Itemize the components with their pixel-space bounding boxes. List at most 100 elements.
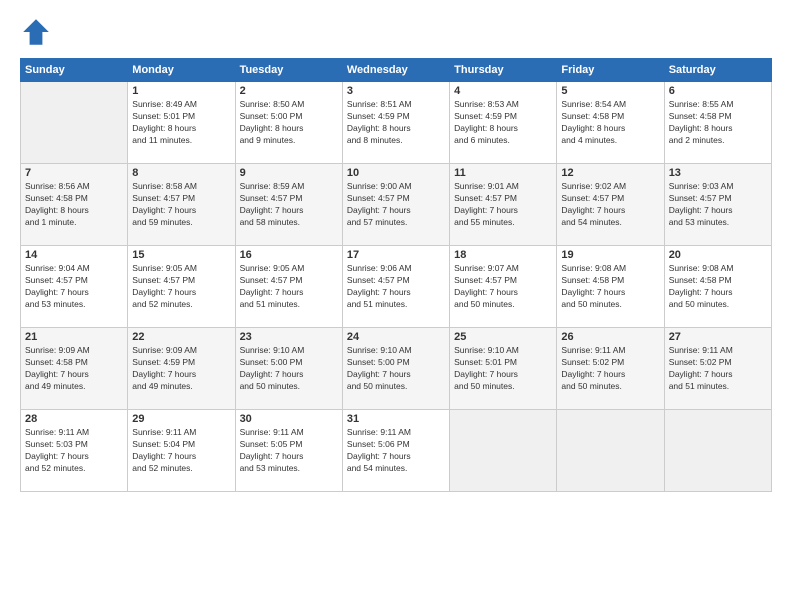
calendar-cell: 27 Sunrise: 9:11 AM Sunset: 5:02 PM Dayli…: [664, 328, 771, 410]
day-number: 6: [669, 85, 767, 97]
calendar-cell: 22 Sunrise: 9:09 AM Sunset: 4:59 PM Dayli…: [128, 328, 235, 410]
weekday-header-monday: Monday: [128, 59, 235, 82]
day-number: 3: [347, 85, 445, 97]
calendar-cell: 23Sunrise: 9:10 AM Sunset: 5:00 PM Dayli…: [235, 328, 342, 410]
calendar-cell: 9 Sunrise: 8:59 AM Sunset: 4:57 PM Daylig…: [235, 164, 342, 246]
day-number: 31: [347, 413, 445, 425]
calendar-cell: 7 Sunrise: 8:56 AM Sunset: 4:58 PM Daylig…: [21, 164, 128, 246]
calendar-cell: [664, 410, 771, 492]
day-number: 16: [240, 249, 338, 261]
day-number: 7: [25, 167, 123, 179]
calendar-cell: 12Sunrise: 9:02 AM Sunset: 4:57 PM Dayli…: [557, 164, 664, 246]
page: SundayMondayTuesdayWednesdayThursdayFrid…: [0, 0, 792, 612]
day-number: 28: [25, 413, 123, 425]
day-info: Sunrise: 9:05 AM Sunset: 4:57 PM Dayligh…: [240, 263, 338, 311]
calendar-cell: 10 Sunrise: 9:00 AM Sunset: 4:57 PM Dayli…: [342, 164, 449, 246]
day-number: 18: [454, 249, 552, 261]
calendar-cell: 20Sunrise: 9:08 AM Sunset: 4:58 PM Dayli…: [664, 246, 771, 328]
day-number: 15: [132, 249, 230, 261]
day-number: 2: [240, 85, 338, 97]
day-info: Sunrise: 9:08 AM Sunset: 4:58 PM Dayligh…: [669, 263, 767, 311]
day-info: Sunrise: 9:09 AM Sunset: 4:58 PM Dayligh…: [25, 345, 123, 393]
calendar-table: SundayMondayTuesdayWednesdayThursdayFrid…: [20, 58, 772, 492]
calendar-cell: 26 Sunrise: 9:11 AM Sunset: 5:02 PM Dayli…: [557, 328, 664, 410]
calendar-week-row: 7 Sunrise: 8:56 AM Sunset: 4:58 PM Daylig…: [21, 164, 772, 246]
calendar-cell: 2 Sunrise: 8:50 AM Sunset: 5:00 PM Daylig…: [235, 82, 342, 164]
day-info: Sunrise: 9:11 AM Sunset: 5:02 PM Dayligh…: [669, 345, 767, 393]
calendar-week-row: 28 Sunrise: 9:11 AM Sunset: 5:03 PM Dayli…: [21, 410, 772, 492]
day-info: Sunrise: 9:11 AM Sunset: 5:02 PM Dayligh…: [561, 345, 659, 393]
day-info: Sunrise: 8:54 AM Sunset: 4:58 PM Dayligh…: [561, 99, 659, 147]
day-info: Sunrise: 9:09 AM Sunset: 4:59 PM Dayligh…: [132, 345, 230, 393]
weekday-header-wednesday: Wednesday: [342, 59, 449, 82]
calendar-cell: 16 Sunrise: 9:05 AM Sunset: 4:57 PM Dayli…: [235, 246, 342, 328]
day-number: 19: [561, 249, 659, 261]
day-number: 8: [132, 167, 230, 179]
day-info: Sunrise: 8:55 AM Sunset: 4:58 PM Dayligh…: [669, 99, 767, 147]
calendar-cell: 6 Sunrise: 8:55 AM Sunset: 4:58 PM Daylig…: [664, 82, 771, 164]
calendar-cell: 5 Sunrise: 8:54 AM Sunset: 4:58 PM Daylig…: [557, 82, 664, 164]
day-info: Sunrise: 8:56 AM Sunset: 4:58 PM Dayligh…: [25, 181, 123, 229]
weekday-header-tuesday: Tuesday: [235, 59, 342, 82]
day-number: 24: [347, 331, 445, 343]
weekday-header-friday: Friday: [557, 59, 664, 82]
weekday-header-saturday: Saturday: [664, 59, 771, 82]
day-number: 12: [561, 167, 659, 179]
calendar-cell: 30 Sunrise: 9:11 AM Sunset: 5:05 PM Dayli…: [235, 410, 342, 492]
calendar-cell: 31 Sunrise: 9:11 AM Sunset: 5:06 PM Dayli…: [342, 410, 449, 492]
calendar-week-row: 14Sunrise: 9:04 AM Sunset: 4:57 PM Dayli…: [21, 246, 772, 328]
day-info: Sunrise: 9:05 AM Sunset: 4:57 PM Dayligh…: [132, 263, 230, 311]
day-number: 1: [132, 85, 230, 97]
day-number: 22: [132, 331, 230, 343]
day-number: 29: [132, 413, 230, 425]
calendar-cell: 19 Sunrise: 9:08 AM Sunset: 4:58 PM Dayli…: [557, 246, 664, 328]
day-info: Sunrise: 8:53 AM Sunset: 4:59 PM Dayligh…: [454, 99, 552, 147]
day-info: Sunrise: 8:49 AM Sunset: 5:01 PM Dayligh…: [132, 99, 230, 147]
day-info: Sunrise: 9:11 AM Sunset: 5:03 PM Dayligh…: [25, 427, 123, 475]
calendar-cell: 25 Sunrise: 9:10 AM Sunset: 5:01 PM Dayli…: [450, 328, 557, 410]
calendar-cell: 3 Sunrise: 8:51 AM Sunset: 4:59 PM Daylig…: [342, 82, 449, 164]
day-info: Sunrise: 9:10 AM Sunset: 5:00 PM Dayligh…: [347, 345, 445, 393]
day-info: Sunrise: 8:50 AM Sunset: 5:00 PM Dayligh…: [240, 99, 338, 147]
day-info: Sunrise: 9:01 AM Sunset: 4:57 PM Dayligh…: [454, 181, 552, 229]
day-info: Sunrise: 9:11 AM Sunset: 5:05 PM Dayligh…: [240, 427, 338, 475]
weekday-header-row: SundayMondayTuesdayWednesdayThursdayFrid…: [21, 59, 772, 82]
day-number: 11: [454, 167, 552, 179]
day-info: Sunrise: 9:08 AM Sunset: 4:58 PM Dayligh…: [561, 263, 659, 311]
calendar-cell: 14Sunrise: 9:04 AM Sunset: 4:57 PM Dayli…: [21, 246, 128, 328]
calendar-cell: 24 Sunrise: 9:10 AM Sunset: 5:00 PM Dayli…: [342, 328, 449, 410]
calendar-week-row: 1 Sunrise: 8:49 AM Sunset: 5:01 PM Daylig…: [21, 82, 772, 164]
day-number: 30: [240, 413, 338, 425]
day-info: Sunrise: 8:51 AM Sunset: 4:59 PM Dayligh…: [347, 99, 445, 147]
day-info: Sunrise: 9:00 AM Sunset: 4:57 PM Dayligh…: [347, 181, 445, 229]
calendar-cell: 17Sunrise: 9:06 AM Sunset: 4:57 PM Dayli…: [342, 246, 449, 328]
calendar-cell: 8 Sunrise: 8:58 AM Sunset: 4:57 PM Daylig…: [128, 164, 235, 246]
logo-icon: [20, 16, 52, 48]
day-number: 14: [25, 249, 123, 261]
calendar-cell: 29Sunrise: 9:11 AM Sunset: 5:04 PM Dayli…: [128, 410, 235, 492]
day-info: Sunrise: 9:07 AM Sunset: 4:57 PM Dayligh…: [454, 263, 552, 311]
calendar-cell: [450, 410, 557, 492]
calendar-cell: [557, 410, 664, 492]
calendar-cell: [21, 82, 128, 164]
calendar-cell: 1 Sunrise: 8:49 AM Sunset: 5:01 PM Daylig…: [128, 82, 235, 164]
day-number: 13: [669, 167, 767, 179]
day-number: 10: [347, 167, 445, 179]
day-info: Sunrise: 8:59 AM Sunset: 4:57 PM Dayligh…: [240, 181, 338, 229]
day-number: 5: [561, 85, 659, 97]
calendar-cell: 15 Sunrise: 9:05 AM Sunset: 4:57 PM Dayli…: [128, 246, 235, 328]
calendar-cell: 18 Sunrise: 9:07 AM Sunset: 4:57 PM Dayli…: [450, 246, 557, 328]
day-number: 21: [25, 331, 123, 343]
day-info: Sunrise: 9:10 AM Sunset: 5:00 PM Dayligh…: [240, 345, 338, 393]
calendar-cell: 21 Sunrise: 9:09 AM Sunset: 4:58 PM Dayli…: [21, 328, 128, 410]
day-number: 26: [561, 331, 659, 343]
day-info: Sunrise: 8:58 AM Sunset: 4:57 PM Dayligh…: [132, 181, 230, 229]
day-info: Sunrise: 9:10 AM Sunset: 5:01 PM Dayligh…: [454, 345, 552, 393]
day-number: 27: [669, 331, 767, 343]
calendar-cell: 13Sunrise: 9:03 AM Sunset: 4:57 PM Dayli…: [664, 164, 771, 246]
header: [20, 16, 772, 48]
day-number: 9: [240, 167, 338, 179]
day-number: 25: [454, 331, 552, 343]
weekday-header-thursday: Thursday: [450, 59, 557, 82]
day-info: Sunrise: 9:11 AM Sunset: 5:06 PM Dayligh…: [347, 427, 445, 475]
